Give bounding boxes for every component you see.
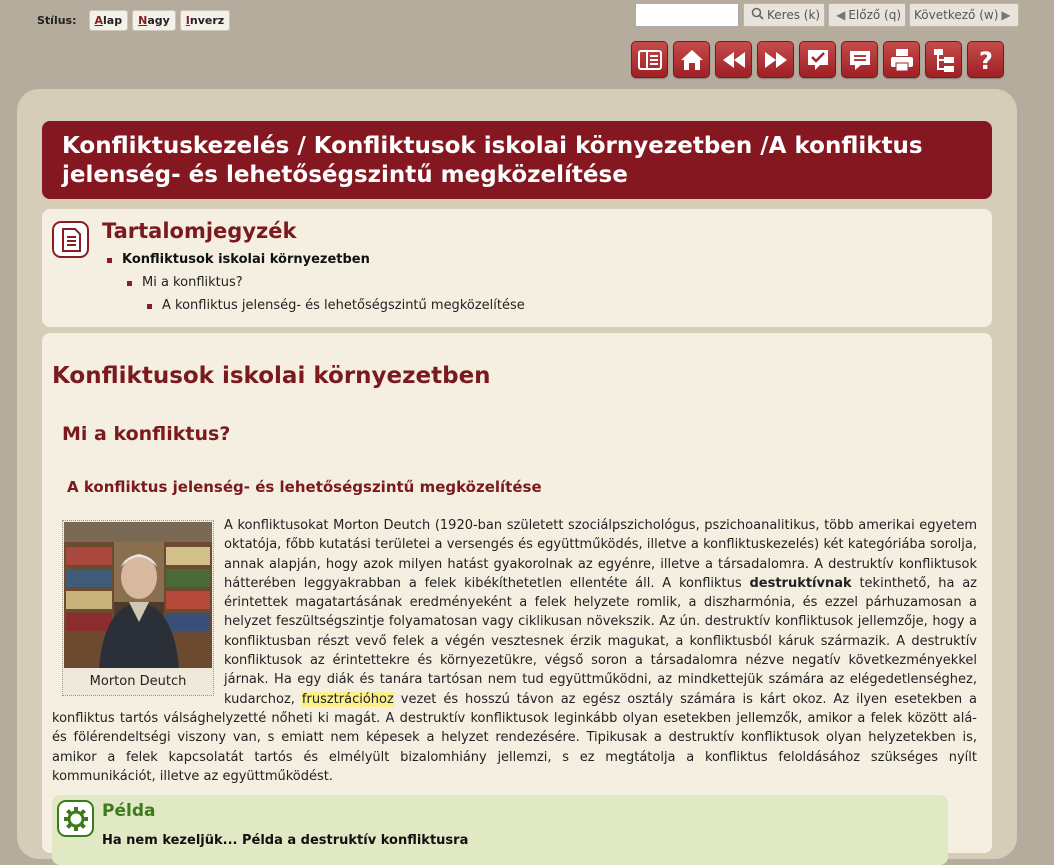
search-bar: Keres (k) ◀ Előző (q) Következő (w) ▶ <box>635 3 1022 27</box>
toc-list: Konfliktusok iskolai környezetben Mi a k… <box>107 251 525 320</box>
next-button-label: Következő (w) <box>914 8 999 22</box>
search-input[interactable] <box>635 3 739 27</box>
paragraph-text: tekinthető, ha az érintettek magatartásá… <box>224 575 978 707</box>
prev-button-label: Előző (q) <box>848 8 902 22</box>
example-box: Példa Ha nem kezeljük... Példa a destruk… <box>52 795 948 865</box>
next-button[interactable]: Következő (w) ▶ <box>909 3 1019 27</box>
toc-item[interactable]: A konfliktus jelenség- és lehetőségszint… <box>107 297 525 320</box>
figure-caption: Morton Deutch <box>89 674 187 689</box>
checklist-icon[interactable] <box>799 41 836 78</box>
example-title: Példa <box>102 801 156 821</box>
table-of-contents: Tartalomjegyzék Konfliktusok iskolai kör… <box>42 209 992 327</box>
print-icon[interactable] <box>883 41 920 78</box>
help-icon[interactable]: ? <box>967 41 1004 78</box>
style-label: Stílus: <box>37 14 77 27</box>
rewind-icon[interactable] <box>715 41 752 78</box>
search-icon <box>751 7 764 23</box>
svg-text:?: ? <box>979 47 993 74</box>
toc-item[interactable]: Mi a konfliktus? <box>107 274 525 297</box>
style-inverse-button[interactable]: Inverz <box>179 10 231 31</box>
glossary-highlight[interactable]: frusztrációhoz <box>301 691 394 707</box>
fast-forward-icon[interactable] <box>757 41 794 78</box>
toolbar: ? <box>631 41 1009 78</box>
style-large-button[interactable]: Nagy <box>132 10 176 31</box>
home-icon[interactable] <box>673 41 710 78</box>
document-icon <box>52 221 89 258</box>
prev-button[interactable]: ◀ Előző (q) <box>828 3 907 27</box>
comment-icon[interactable] <box>841 41 878 78</box>
section-heading: Konfliktusok iskolai környezetben <box>52 363 491 389</box>
page-title: Konfliktuskezelés / Konfliktusok iskolai… <box>42 121 992 199</box>
arrow-right-icon: ▶ <box>1001 8 1011 22</box>
search-button-label: Keres (k) <box>767 8 821 22</box>
arrow-left-icon: ◀ <box>836 8 846 22</box>
portrait-photo[interactable] <box>64 522 212 668</box>
style-normal-button[interactable]: Alap <box>88 10 129 31</box>
subsubsection-heading: A konfliktus jelenség- és lehetőségszint… <box>67 478 542 496</box>
portrait-figure: Morton Deutch <box>62 520 214 696</box>
search-button[interactable]: Keres (k) <box>743 3 826 27</box>
gear-icon <box>57 800 94 837</box>
toc-item[interactable]: Konfliktusok iskolai környezetben <box>107 251 525 274</box>
toc-panel-icon[interactable] <box>631 41 668 78</box>
paragraph-text: vezet és hosszú távon az egész osztály s… <box>52 691 978 784</box>
sitemap-icon[interactable] <box>925 41 962 78</box>
example-subtitle: Ha nem kezeljük... Példa a destruktív ko… <box>102 833 469 848</box>
subsection-heading: Mi a konfliktus? <box>62 423 231 445</box>
toc-title: Tartalomjegyzék <box>102 219 297 243</box>
style-switcher: Stílus: Alap Nagy Inverz <box>37 10 234 31</box>
bold-term: destruktívnak <box>749 575 852 591</box>
